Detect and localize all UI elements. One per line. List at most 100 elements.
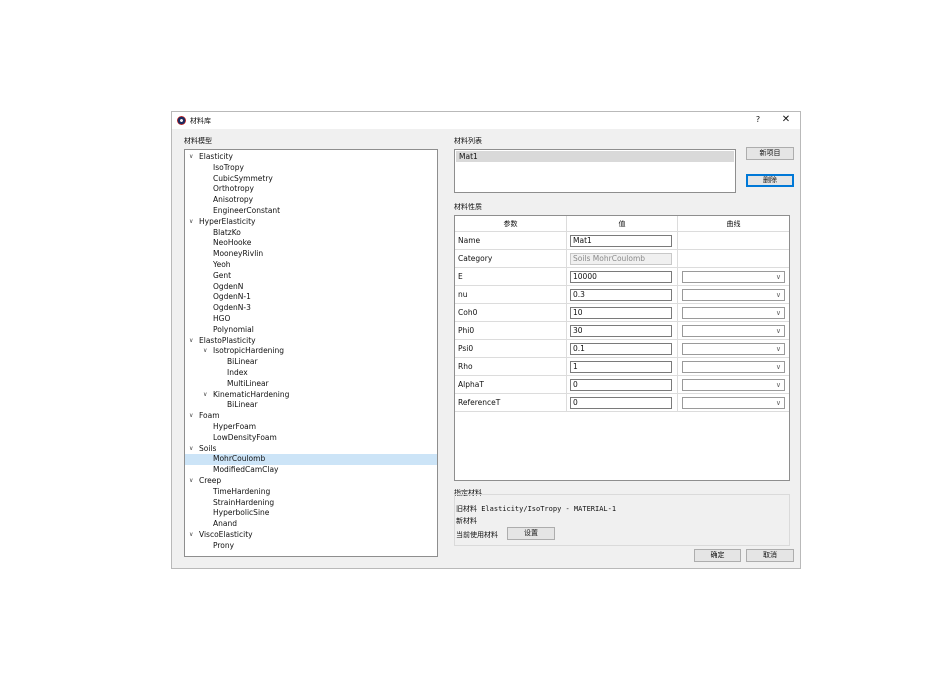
tree-item-label: StrainHardening xyxy=(213,497,275,507)
value-field[interactable]: Mat1 xyxy=(570,235,672,247)
tree-item-label: LowDensityFoam xyxy=(213,432,277,442)
tree-item[interactable]: HyperbolicSine xyxy=(185,508,437,519)
chevron-down-icon[interactable]: ∨ xyxy=(203,390,207,401)
chevron-down-icon[interactable]: ∨ xyxy=(189,411,193,422)
value-field[interactable]: 10000 xyxy=(570,271,672,283)
chevron-down-icon: ∨ xyxy=(775,345,781,353)
curve-dropdown[interactable]: ∨ xyxy=(682,325,785,337)
tree-item[interactable]: OgdenN-3 xyxy=(185,303,437,314)
tree-item-label: BlatzKo xyxy=(213,227,241,237)
tree-item[interactable]: BiLinear xyxy=(185,400,437,411)
tree-item[interactable]: ∨ HyperElasticity xyxy=(185,217,437,228)
curve-dropdown[interactable]: ∨ xyxy=(682,361,785,373)
tree-item[interactable]: MultiLinear xyxy=(185,379,437,390)
tree-item[interactable]: EngineerConstant xyxy=(185,206,437,217)
curve-cell xyxy=(678,232,789,250)
tree-item[interactable]: HGO xyxy=(185,314,437,325)
value-cell: 30 xyxy=(567,322,678,340)
chevron-down-icon[interactable]: ∨ xyxy=(203,346,207,357)
help-button[interactable]: ? xyxy=(752,115,764,124)
set-button[interactable]: 设置 xyxy=(507,527,555,540)
tree-item[interactable]: BiLinear xyxy=(185,357,437,368)
tree-item[interactable]: StrainHardening xyxy=(185,498,437,509)
value-field[interactable]: 0.3 xyxy=(570,289,672,301)
chevron-down-icon[interactable]: ∨ xyxy=(189,476,193,487)
value-column-header: 值 xyxy=(567,216,678,232)
tree-item[interactable]: ∨ IsotropicHardening xyxy=(185,346,437,357)
tree-item[interactable]: Anisotropy xyxy=(185,195,437,206)
new-item-button[interactable]: 新项目 xyxy=(746,147,794,160)
tree-item[interactable]: NeoHooke xyxy=(185,238,437,249)
curve-dropdown[interactable]: ∨ xyxy=(682,397,785,409)
value-field[interactable]: 0 xyxy=(570,397,672,409)
list-item[interactable]: Mat1 xyxy=(456,151,734,162)
chevron-down-icon[interactable]: ∨ xyxy=(189,336,193,347)
curve-dropdown[interactable]: ∨ xyxy=(682,307,785,319)
tree-item[interactable]: Yeoh xyxy=(185,260,437,271)
tree-item-label: HyperFoam xyxy=(213,422,257,431)
tree-item[interactable]: ∨ Creep xyxy=(185,476,437,487)
value-field[interactable]: 10 xyxy=(570,307,672,319)
material-library-dialog: 材料库 ? ✕ 材料模型 ∨ Elasticity IsoTropy CubicSym… xyxy=(171,111,801,569)
chevron-down-icon[interactable]: ∨ xyxy=(189,444,193,455)
tree-item[interactable]: Orthotropy xyxy=(185,184,437,195)
tree-item[interactable]: Polynomial xyxy=(185,325,437,336)
tree-item[interactable]: BlatzKo xyxy=(185,228,437,239)
tree-item[interactable]: ∨ KinematicHardening xyxy=(185,390,437,401)
tree-item[interactable]: ∨ Soils xyxy=(185,444,437,455)
tree-item-label: HGO xyxy=(213,314,231,323)
tree-item-label: Creep xyxy=(199,476,222,485)
tree-item[interactable]: ∨ Foam xyxy=(185,411,437,422)
curve-dropdown[interactable]: ∨ xyxy=(682,289,785,301)
value-field[interactable]: 0 xyxy=(570,379,672,391)
tree-item[interactable]: ∨ ViscoElasticity xyxy=(185,530,437,541)
param-name-cell: E xyxy=(455,268,567,286)
curve-dropdown[interactable]: ∨ xyxy=(682,271,785,283)
curve-dropdown[interactable]: ∨ xyxy=(682,343,785,355)
chevron-down-icon: ∨ xyxy=(775,399,781,407)
tree-item[interactable]: OgdenN xyxy=(185,282,437,293)
chevron-down-icon: ∨ xyxy=(775,327,781,335)
tree-item[interactable]: ∨ Elasticity xyxy=(185,152,437,163)
tree-item-label: Yeoh xyxy=(213,260,231,269)
tree-item[interactable]: Index xyxy=(185,368,437,379)
tree-item[interactable]: MooneyRivlin xyxy=(185,249,437,260)
chevron-down-icon[interactable]: ∨ xyxy=(189,530,193,541)
close-icon[interactable]: ✕ xyxy=(780,114,792,125)
material-list[interactable]: Mat1 xyxy=(454,149,736,193)
tree-item[interactable]: HyperFoam xyxy=(185,422,437,433)
curve-cell: ∨ xyxy=(678,376,789,394)
curve-cell: ∨ xyxy=(678,286,789,304)
material-model-tree[interactable]: ∨ Elasticity IsoTropy CubicSymmetry Orthotro… xyxy=(184,149,438,557)
tree-item-label: Prony xyxy=(213,540,235,550)
tree-item[interactable]: MohrCoulomb xyxy=(185,454,437,466)
tree-item-label: CubicSymmetry xyxy=(213,173,273,183)
chevron-down-icon[interactable]: ∨ xyxy=(189,217,193,228)
tree-item[interactable]: TimeHardening xyxy=(185,487,437,498)
material-list-label: 材料列表 xyxy=(454,137,482,145)
value-field[interactable]: 30 xyxy=(570,325,672,337)
tree-item[interactable]: OgdenN-1 xyxy=(185,292,437,303)
tree-item-label: HyperbolicSine xyxy=(213,508,270,518)
tree-item[interactable]: LowDensityFoam xyxy=(185,433,437,444)
tree-item[interactable]: CubicSymmetry xyxy=(185,174,437,185)
value-field[interactable]: 1 xyxy=(570,361,672,373)
value-field: Soils MohrCoulomb xyxy=(570,253,672,265)
tree-item[interactable]: ModifiedCamClay xyxy=(185,465,437,476)
tree-item[interactable]: Gent xyxy=(185,271,437,282)
ok-button[interactable]: 确定 xyxy=(694,549,741,562)
tree-item-label: KinematicHardening xyxy=(213,389,290,399)
param-name-cell: nu xyxy=(455,286,567,304)
cancel-button[interactable]: 取消 xyxy=(746,549,794,562)
tree-item-label: MultiLinear xyxy=(227,378,269,388)
tree-item[interactable]: Anand xyxy=(185,519,437,530)
tree-item[interactable]: Prony xyxy=(185,541,437,552)
delete-button[interactable]: 删除 xyxy=(746,174,794,187)
chevron-down-icon[interactable]: ∨ xyxy=(189,152,193,163)
param-name-cell: Coh0 xyxy=(455,304,567,322)
curve-dropdown[interactable]: ∨ xyxy=(682,379,785,391)
value-field[interactable]: 0.1 xyxy=(570,343,672,355)
tree-item[interactable]: IsoTropy xyxy=(185,163,437,174)
tree-item[interactable]: ∨ ElastoPlasticity xyxy=(185,336,437,347)
tree-item-label: OgdenN xyxy=(213,281,244,291)
